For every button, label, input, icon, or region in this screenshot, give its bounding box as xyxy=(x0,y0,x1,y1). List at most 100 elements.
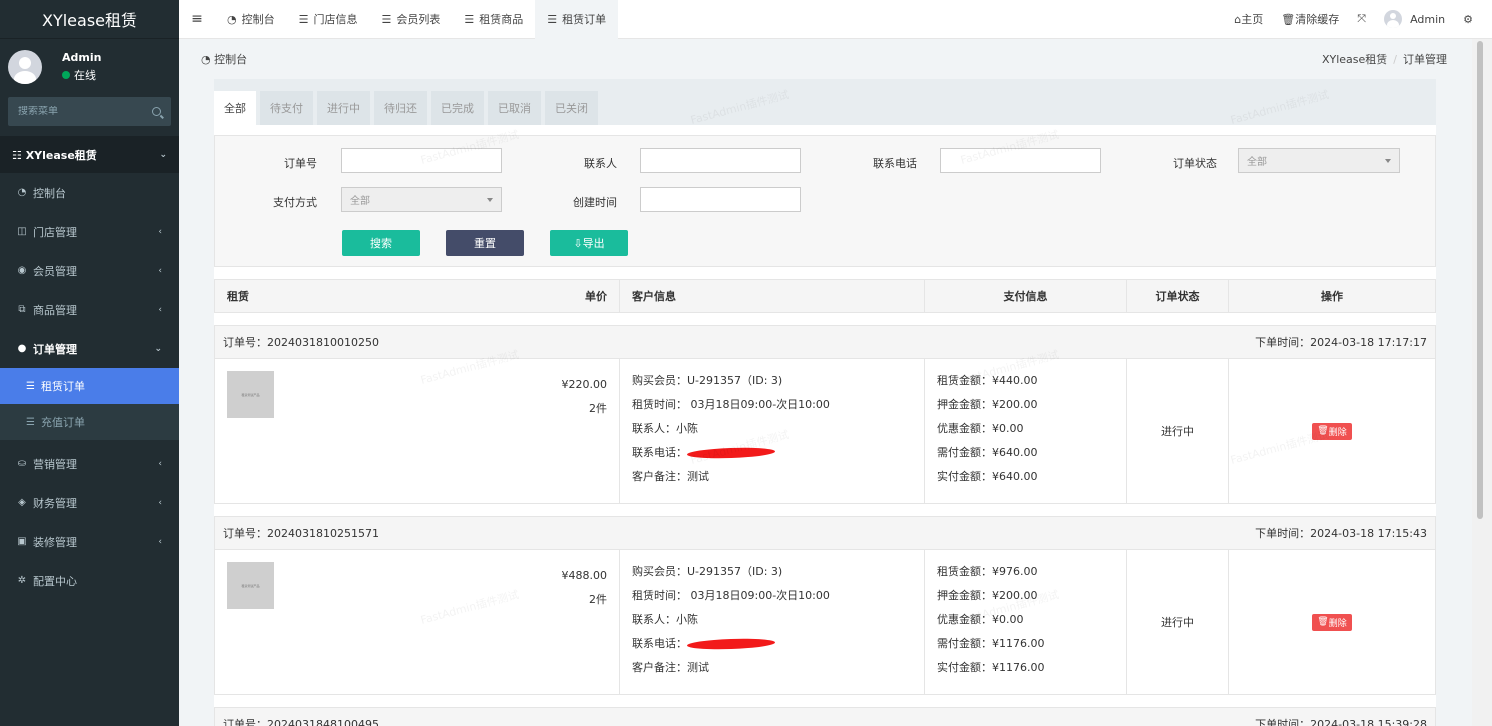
search-button[interactable]: 搜索 xyxy=(342,230,420,256)
product-thumbnail[interactable]: 租赁测试产品 xyxy=(227,562,274,609)
th-customer: 客户信息 xyxy=(620,279,925,313)
order-status: 进行中 xyxy=(1127,550,1229,694)
order-status-select[interactable]: 全部 xyxy=(1238,148,1400,173)
sidebar-item-config[interactable]: ✲ 配置中心 xyxy=(0,561,179,600)
order-product-cell: 租赁测试产品 ¥220.00 2件 xyxy=(215,359,620,503)
reset-button[interactable]: 重置 xyxy=(446,230,524,256)
sidebar-item-member[interactable]: ◉ 会员管理 ‹ xyxy=(0,251,179,290)
breadcrumb-left-label: 控制台 xyxy=(214,53,248,66)
sidebar-subitem-recharge-order[interactable]: ☰ 充值订单 xyxy=(0,404,179,440)
clear-cache-button[interactable]: 🗑︎ 清除缓存 xyxy=(1272,11,1348,27)
sidebar-menu-header[interactable]: ☷ XYlease租赁 ⌄ xyxy=(0,136,179,173)
tab-lease-order[interactable]: ☰ 租赁订单 xyxy=(535,0,619,39)
sidebar-item-label: 财务管理 xyxy=(33,496,77,510)
deposit-amount: 押金金额：¥200.00 xyxy=(937,398,1038,411)
price-block: ¥488.00 2件 xyxy=(562,564,608,612)
sidebar-item-marketing[interactable]: ⛀ 营销管理 ‹ xyxy=(0,444,179,483)
breadcrumb-item: 订单管理 xyxy=(1403,53,1447,66)
status-tab-in-progress[interactable]: 进行中 xyxy=(317,91,370,125)
breadcrumb-item[interactable]: XYlease租赁 xyxy=(1322,53,1387,66)
fullscreen-icon[interactable]: ⤧ xyxy=(1348,12,1375,26)
order-row: 订单号：2024031810251571 下单时间：2024-03-18 17:… xyxy=(214,516,1436,695)
trash-icon: 🗑︎ xyxy=(1317,426,1329,436)
redaction-mark xyxy=(686,637,776,651)
decorate-icon: ▣ xyxy=(17,535,27,547)
export-label: 导出 xyxy=(582,237,605,250)
tab-label: 租赁订单 xyxy=(562,13,607,26)
scrollbar-thumb[interactable] xyxy=(1477,41,1483,519)
order-body: 租赁测试产品 ¥488.00 2件 购买会员：U-291357（ID: 3) 租… xyxy=(215,550,1435,694)
chevron-left-icon: ‹ xyxy=(158,536,162,547)
status-tab-pending-pay[interactable]: 待支付 xyxy=(260,91,313,125)
order-time: 下单时间：2024-03-18 15:39:28 xyxy=(1255,718,1427,726)
search-icon[interactable] xyxy=(152,107,161,116)
brand-logo[interactable]: XYlease租赁 xyxy=(0,0,179,39)
sidebar-item-label: 商品管理 xyxy=(33,303,77,317)
sidebar-subitem-lease-order[interactable]: ☰ 租赁订单 xyxy=(0,368,179,404)
payable-amount: 需付金额：¥1176.00 xyxy=(937,637,1045,650)
main-content: ◔ 控制台 XYlease租赁 / 订单管理 全部 待支付 进行中 待归还 已完成 … xyxy=(179,39,1472,726)
customer-remark: 客户备注：测试 xyxy=(632,470,709,483)
chevron-left-icon: ‹ xyxy=(158,304,162,315)
sidebar-item-order[interactable]: ● 订单管理 ⌄ xyxy=(0,329,179,368)
sidebar-item-label: 营销管理 xyxy=(33,457,77,471)
status-tab-to-return[interactable]: 待归还 xyxy=(374,91,427,125)
tab-lease-goods[interactable]: ☰ 租赁商品 xyxy=(452,0,535,39)
admin-menu[interactable]: Admin xyxy=(1375,10,1454,28)
delete-button[interactable]: 🗑︎ 删除 xyxy=(1312,422,1352,440)
status-tab-cancelled[interactable]: 已取消 xyxy=(488,91,541,125)
deposit-amount: 押金金额：¥200.00 xyxy=(937,589,1038,602)
chevron-left-icon: ‹ xyxy=(158,226,162,237)
user-name: Admin xyxy=(62,51,102,64)
contact-input[interactable] xyxy=(640,148,801,173)
order-no-input[interactable] xyxy=(341,148,502,173)
status-tabs: 全部 待支付 进行中 待归还 已完成 已取消 已关闭 xyxy=(214,79,1436,125)
home-link[interactable]: ⌂ 主页 xyxy=(1225,11,1272,27)
product-thumbnail[interactable]: 租赁测试产品 xyxy=(227,371,274,418)
sidebar-item-dashboard[interactable]: ◔ 控制台 xyxy=(0,173,179,212)
create-time-label: 创建时间 xyxy=(573,196,617,209)
breadcrumb: ◔ 控制台 XYlease租赁 / 订单管理 xyxy=(179,39,1472,79)
order-status-value: 全部 xyxy=(1247,157,1267,168)
unit-price: ¥220.00 xyxy=(561,378,608,391)
list-icon: ☰ xyxy=(26,380,35,392)
status-tab-all[interactable]: 全部 xyxy=(214,91,256,125)
phone-label: 联系电话 xyxy=(873,157,917,170)
order-payment-cell: 租赁金额：¥440.00 押金金额：¥200.00 优惠金额：¥0.00 需付金… xyxy=(925,359,1127,503)
order-payment-cell: 租赁金额：¥976.00 押金金额：¥200.00 优惠金额：¥0.00 需付金… xyxy=(925,550,1127,694)
delete-label: 删除 xyxy=(1328,427,1347,438)
menu-toggle-icon[interactable]: ≡ xyxy=(179,0,215,39)
tab-member-list[interactable]: ☰ 会员列表 xyxy=(369,0,452,39)
phone-input[interactable] xyxy=(940,148,1101,173)
breadcrumb-left[interactable]: ◔ 控制台 xyxy=(201,51,247,67)
list-icon: ☰ xyxy=(298,12,309,26)
delete-button[interactable]: 🗑︎ 删除 xyxy=(1312,613,1352,631)
sidebar-item-store[interactable]: ◫ 门店管理 ‹ xyxy=(0,212,179,251)
sidebar-item-decorate[interactable]: ▣ 装修管理 ‹ xyxy=(0,522,179,561)
pay-method-select[interactable]: 全部 xyxy=(341,187,502,212)
status-tab-closed[interactable]: 已关闭 xyxy=(545,91,598,125)
sidebar-search-input[interactable] xyxy=(18,106,138,117)
status-tab-completed[interactable]: 已完成 xyxy=(431,91,484,125)
tab-store-info[interactable]: ☰ 门店信息 xyxy=(287,0,370,39)
sidebar-item-label: 配置中心 xyxy=(33,574,77,588)
discount-amount: 优惠金额：¥0.00 xyxy=(937,613,1024,626)
contact-name: 联系人：小陈 xyxy=(632,613,698,626)
payable-amount: 需付金额：¥640.00 xyxy=(937,446,1038,459)
sidebar-item-goods[interactable]: ⧉ 商品管理 ‹ xyxy=(0,290,179,329)
sidebar-search xyxy=(8,97,171,126)
tab-dashboard[interactable]: ◔ 控制台 xyxy=(215,0,287,39)
order-body: 租赁测试产品 ¥220.00 2件 购买会员：U-291357（ID: 3) 租… xyxy=(215,359,1435,503)
caret-down-icon xyxy=(1385,158,1391,163)
order-header: 订单号：2024031810251571 下单时间：2024-03-18 17:… xyxy=(215,517,1435,550)
sidebar-item-finance[interactable]: ◈ 财务管理 ‹ xyxy=(0,483,179,522)
scrollbar[interactable] xyxy=(1472,39,1492,726)
order-header: 订单号：2024031810010250 下单时间：2024-03-18 17:… xyxy=(215,326,1435,359)
contact-phone: 联系电话： xyxy=(632,632,912,656)
chevron-left-icon: ‹ xyxy=(158,497,162,508)
settings-icon[interactable]: ⚙ xyxy=(1454,13,1482,26)
tab-label: 租赁商品 xyxy=(479,13,524,26)
th-payment: 支付信息 xyxy=(925,279,1127,313)
export-button[interactable]: ⇩ 导出 xyxy=(550,230,628,256)
create-time-input[interactable] xyxy=(640,187,801,212)
